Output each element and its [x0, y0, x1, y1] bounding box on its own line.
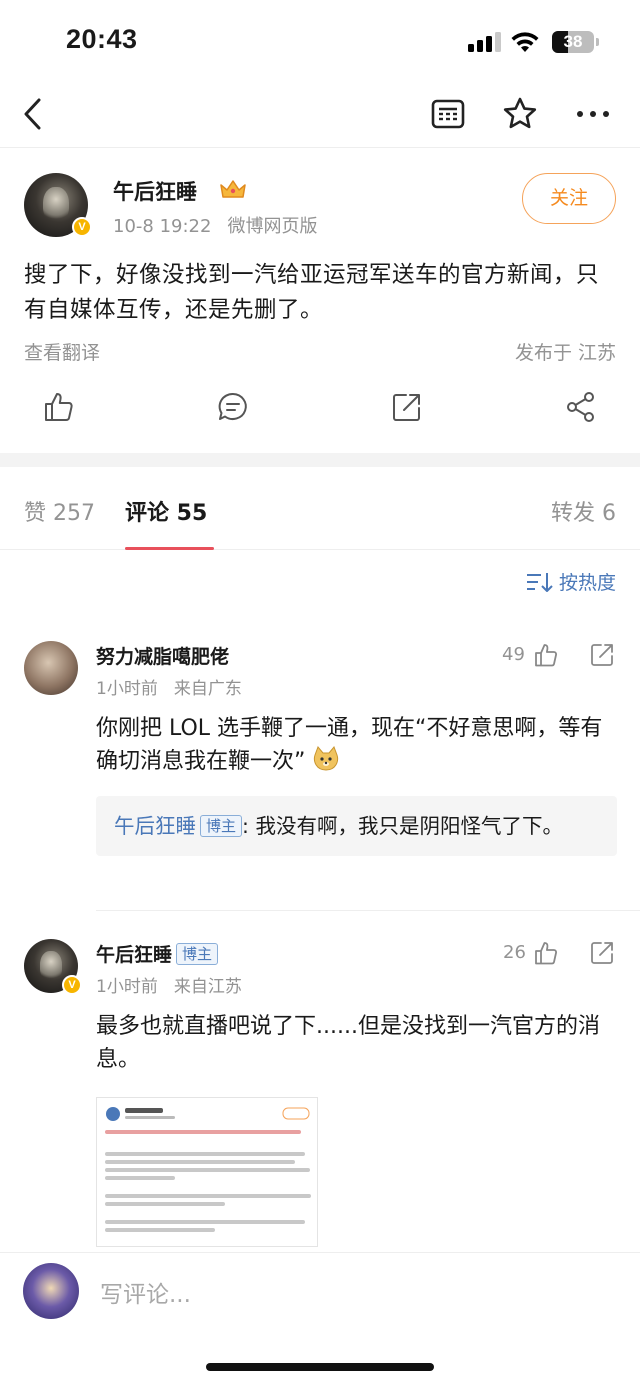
- post-source: 微博网页版: [227, 216, 318, 237]
- battery-icon: 38: [552, 31, 594, 53]
- wifi-icon: [511, 32, 539, 52]
- comment-from: 来自江苏: [173, 977, 242, 997]
- active-tab-indicator: [125, 547, 214, 550]
- comment-text: 最多也就直播吧说了下......但是没找到一汽官方的消息。: [96, 1014, 600, 1072]
- host-badge: 博主: [200, 815, 243, 837]
- doge-emoji-icon: [314, 746, 339, 771]
- commenter-name[interactable]: 午后狂睡: [96, 944, 172, 966]
- author-name[interactable]: 午后狂睡: [113, 176, 197, 206]
- comment-compose-bar: 写评论...: [0, 1252, 640, 1385]
- repost-icon[interactable]: [589, 940, 615, 966]
- sort-icon: [526, 573, 553, 592]
- post-text: 搜了下，好像没找到一汽给亚运冠军送车的官方新闻，只有自媒体互传，还是先删了。: [24, 262, 600, 323]
- tab-reposts[interactable]: 转发 6: [551, 495, 616, 527]
- host-badge: 博主: [176, 943, 219, 965]
- reader-icon[interactable]: [428, 94, 468, 134]
- thumbnail-header-icon: [106, 1107, 310, 1121]
- repost-icon[interactable]: [589, 642, 615, 668]
- comment-meta: 1小时前 来自广东: [96, 674, 242, 699]
- battery-tip: [596, 38, 599, 46]
- comment-meta: 1小时前 来自江苏: [96, 972, 242, 997]
- blogger-reply[interactable]: 午后狂睡 博主: 我没有啊，我只是阴阳怪气了下。: [96, 796, 617, 856]
- verified-badge-icon: V: [62, 975, 82, 995]
- comment-from: 来自广东: [173, 679, 242, 699]
- comment-divider: [96, 910, 640, 911]
- my-avatar[interactable]: [23, 1263, 79, 1319]
- like-icon[interactable]: [533, 642, 559, 668]
- commenter-avatar[interactable]: [24, 641, 78, 695]
- reply-author[interactable]: 午后狂睡: [114, 814, 196, 838]
- signal-icon: [468, 32, 502, 52]
- verified-badge-icon: V: [72, 217, 92, 237]
- like-icon[interactable]: [42, 390, 76, 424]
- comment-time: 1小时前: [96, 679, 158, 699]
- tab-comments[interactable]: 评论 55: [125, 495, 207, 527]
- comment-time: 1小时前: [96, 977, 158, 997]
- post-meta: 10-8 19:22 微博网页版: [113, 212, 317, 238]
- repost-icon[interactable]: [390, 390, 424, 424]
- translate-link[interactable]: 查看翻译: [24, 338, 100, 365]
- interaction-tabs: 赞 257 评论 55 转发 6: [0, 467, 640, 550]
- sort-toggle[interactable]: 按热度: [525, 568, 616, 595]
- reply-text: : 我没有啊，我只是阴阳怪气了下。: [242, 814, 563, 838]
- post-actions: [0, 390, 640, 430]
- commenter-name[interactable]: 努力减脂噶肥佬: [96, 642, 229, 669]
- star-icon[interactable]: [500, 94, 540, 134]
- share-icon[interactable]: [564, 390, 598, 424]
- status-bar: 20:43 38: [0, 0, 640, 80]
- nav-bar: [0, 80, 640, 148]
- comment-item: 努力减脂噶肥佬 1小时前 来自广东 49 你刚把 LOL 选手鞭了一通，现在“不好…: [0, 630, 640, 900]
- comment-image-thumbnail[interactable]: [96, 1097, 318, 1247]
- sort-label: 按热度: [558, 572, 616, 594]
- comment-like-count: 49: [502, 644, 525, 665]
- chevron-left-icon[interactable]: [14, 94, 54, 134]
- comment-icon[interactable]: [216, 390, 250, 424]
- home-indicator: [206, 1363, 434, 1371]
- post-location: 发布于 江苏: [514, 342, 616, 364]
- tab-likes[interactable]: 赞 257: [24, 495, 95, 527]
- comment-input[interactable]: 写评论...: [100, 1275, 191, 1309]
- comment-text: 你刚把 LOL 选手鞭了一通，现在“不好意思啊，等有确切消息我在鞭一次”: [96, 712, 621, 778]
- crown-icon: [220, 180, 246, 198]
- status-time: 20:43: [66, 24, 138, 54]
- post-time: 10-8 19:22: [113, 216, 212, 237]
- like-icon[interactable]: [533, 940, 559, 966]
- more-icon[interactable]: [573, 94, 613, 134]
- section-divider: [0, 453, 640, 467]
- follow-button[interactable]: 关注: [522, 173, 616, 224]
- commenter-name-row: 午后狂睡 博主: [96, 940, 219, 967]
- comment-like-count: 26: [503, 942, 526, 963]
- battery-level: 38: [563, 32, 583, 51]
- weibo-post: V 午后狂睡 10-8 19:22 微博网页版 关注 搜了下，好像没找到一汽给亚运…: [0, 148, 640, 453]
- comment-text-body: 你刚把 LOL 选手鞭了一通，现在“不好意思啊，等有确切消息我在鞭一次”: [96, 716, 603, 774]
